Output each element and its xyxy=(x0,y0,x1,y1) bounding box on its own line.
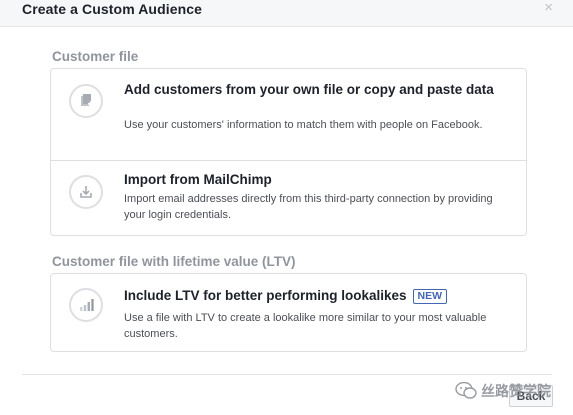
file-plus-icon xyxy=(69,84,103,118)
import-icon xyxy=(69,175,103,209)
ltv-card: Include LTV for better performing lookal… xyxy=(50,273,527,352)
new-badge: NEW xyxy=(412,289,448,304)
bar-chart-icon xyxy=(69,288,103,322)
option-description: Import email addresses directly from thi… xyxy=(124,193,493,221)
create-custom-audience-dialog: Create a Custom Audience × Customer file… xyxy=(0,0,573,415)
option-title: Add customers from your own file or copy… xyxy=(124,82,494,97)
option-include-ltv[interactable]: Include LTV for better performing lookal… xyxy=(51,274,526,351)
watermark: 丝路赞学院 xyxy=(455,381,551,401)
footer-divider xyxy=(22,374,552,375)
option-title: Include LTV for better performing lookal… xyxy=(124,288,514,304)
option-description: Use your customers' information to match… xyxy=(124,119,483,131)
dialog-header: Create a Custom Audience × xyxy=(0,0,573,27)
option-description: Use a file with LTV to create a lookalik… xyxy=(124,312,487,340)
dialog-title: Create a Custom Audience xyxy=(22,1,203,17)
close-icon[interactable]: × xyxy=(544,0,553,16)
option-title-text: Include LTV for better performing lookal… xyxy=(124,288,407,303)
wechat-icon xyxy=(455,382,477,399)
customer-file-card: Add customers from your own file or copy… xyxy=(50,68,527,236)
option-title: Import from MailChimp xyxy=(124,172,272,187)
section-heading-ltv: Customer file with lifetime value (LTV) xyxy=(52,254,296,269)
watermark-text: 丝路赞学院 xyxy=(481,383,551,399)
option-add-customers-from-file[interactable]: Add customers from your own file or copy… xyxy=(51,69,526,160)
option-import-from-mailchimp[interactable]: Import from MailChimp Import email addre… xyxy=(51,160,526,236)
section-heading-customer-file: Customer file xyxy=(52,49,139,64)
